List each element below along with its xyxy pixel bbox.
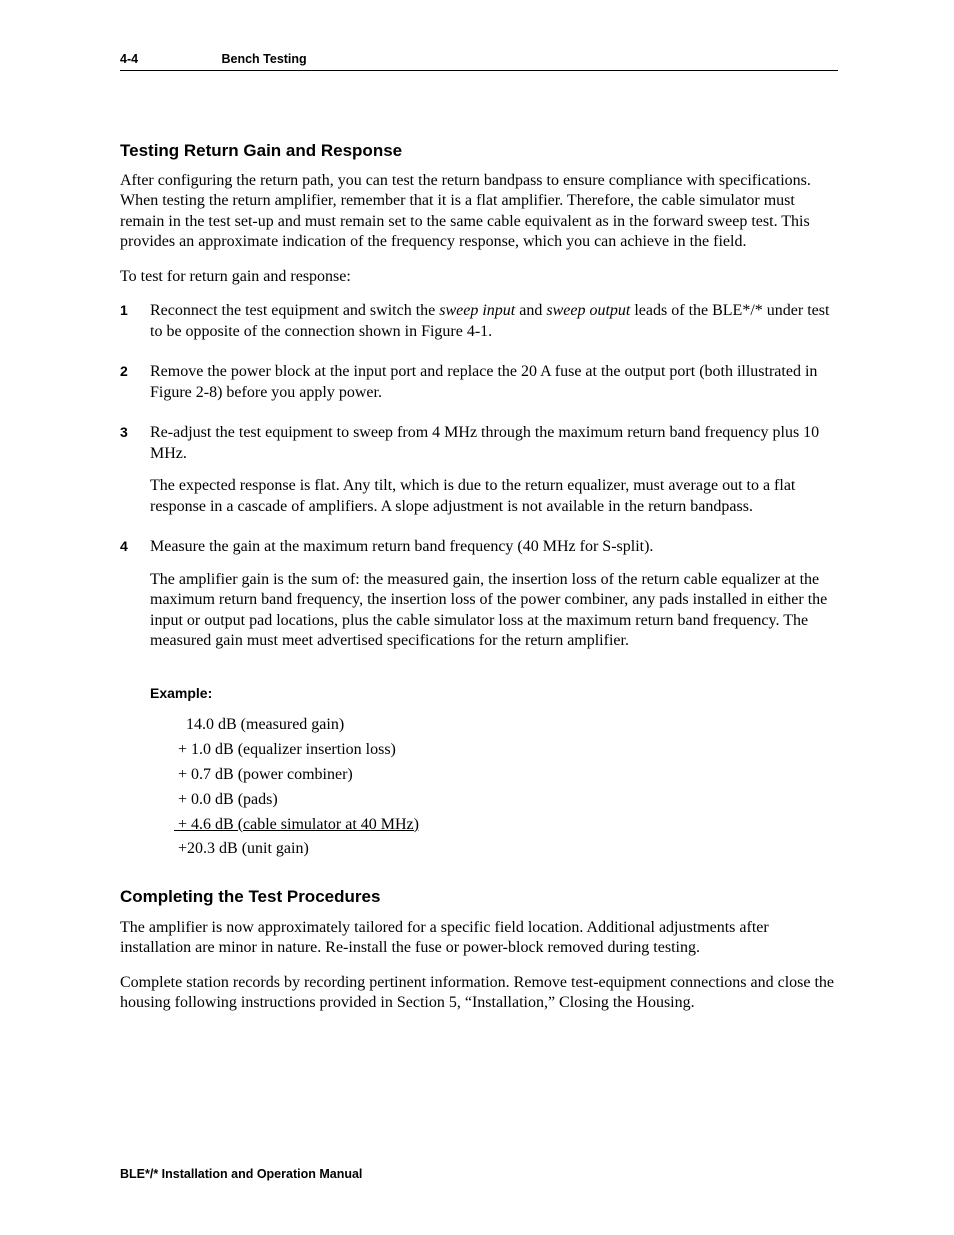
paragraph: Complete station records by recording pe… — [120, 973, 838, 1014]
calc-row: + 0.0 dB (pads) — [174, 788, 838, 813]
text: Reconnect the test equipment and switch … — [150, 302, 439, 319]
example-block: Example: 14.0 dB (measured gain) + 1.0 d… — [150, 685, 838, 862]
calc-row: + 0.7 dB (power combiner) — [174, 763, 838, 788]
section-heading-return-gain: Testing Return Gain and Response — [120, 141, 838, 161]
ordered-steps: 1 Reconnect the test equipment and switc… — [120, 301, 838, 663]
step-number: 1 — [120, 301, 150, 320]
italic-term: sweep input — [439, 302, 515, 319]
step-item: 4 Measure the gain at the maximum return… — [120, 537, 838, 663]
calculation: 14.0 dB (measured gain) + 1.0 dB (equali… — [174, 713, 838, 862]
text: and — [515, 302, 546, 319]
italic-term: sweep output — [546, 302, 630, 319]
paragraph: Measure the gain at the maximum return b… — [150, 537, 838, 557]
step-body: Re-adjust the test equipment to sweep fr… — [150, 423, 838, 529]
step-body: Measure the gain at the maximum return b… — [150, 537, 838, 663]
body-text: After configuring the return path, you c… — [120, 171, 838, 1014]
step-number: 3 — [120, 423, 150, 442]
step-number: 2 — [120, 362, 150, 381]
page-number: 4-4 — [120, 52, 218, 66]
page: 4-4 Bench Testing Testing Return Gain an… — [0, 0, 954, 1235]
section-heading-completing: Completing the Test Procedures — [120, 886, 838, 908]
step-item: 1 Reconnect the test equipment and switc… — [120, 301, 838, 354]
paragraph: The amplifier gain is the sum of: the me… — [150, 570, 838, 652]
paragraph: To test for return gain and response: — [120, 267, 838, 287]
step-item: 2 Remove the power block at the input po… — [120, 362, 838, 415]
step-body: Reconnect the test equipment and switch … — [150, 301, 838, 354]
example-label: Example: — [150, 685, 838, 703]
paragraph: After configuring the return path, you c… — [120, 171, 838, 253]
step-item: 3 Re-adjust the test equipment to sweep … — [120, 423, 838, 529]
step-body: Remove the power block at the input port… — [150, 362, 838, 415]
calc-row-underline: + 4.6 dB (cable simulator at 40 MHz) — [174, 813, 838, 838]
calc-row-total: +20.3 dB (unit gain) — [174, 837, 838, 862]
paragraph: Reconnect the test equipment and switch … — [150, 301, 838, 342]
footer-title: BLE*/* Installation and Operation Manual — [120, 1167, 362, 1181]
paragraph: The amplifier is now approximately tailo… — [120, 918, 838, 959]
paragraph: The expected response is flat. Any tilt,… — [150, 476, 838, 517]
running-section-title: Bench Testing — [221, 52, 306, 66]
step-number: 4 — [120, 537, 150, 556]
calc-row: + 1.0 dB (equalizer insertion loss) — [174, 738, 838, 763]
calc-row: 14.0 dB (measured gain) — [174, 713, 838, 738]
paragraph: Remove the power block at the input port… — [150, 362, 838, 403]
paragraph: Re-adjust the test equipment to sweep fr… — [150, 423, 838, 464]
running-header: 4-4 Bench Testing — [120, 52, 838, 71]
